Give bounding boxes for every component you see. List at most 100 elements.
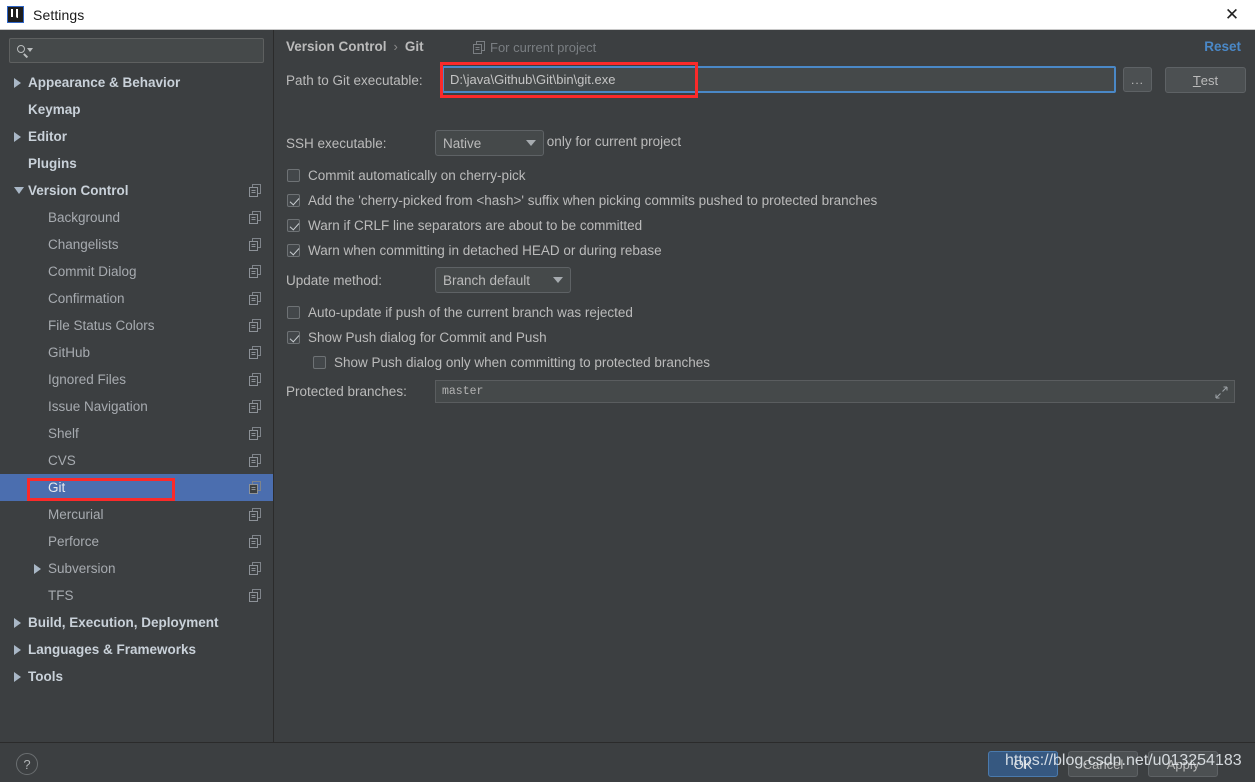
project-scope-icon (249, 211, 261, 224)
reset-link[interactable]: Reset (1204, 39, 1241, 54)
sidebar-item-background[interactable]: Background (0, 204, 273, 231)
project-scope-icon (249, 508, 261, 521)
tree-toggle[interactable] (14, 644, 28, 655)
sidebar-item-file-status-colors[interactable]: File Status Colors (0, 312, 273, 339)
update-method-label: Update method: (286, 273, 383, 288)
cancel-button[interactable]: Cancel (1068, 751, 1138, 777)
test-button-label-rest: est (1200, 72, 1219, 88)
search-icon (16, 44, 33, 58)
search-box[interactable] (9, 38, 264, 63)
show-push-dialog-checkbox[interactable] (287, 331, 300, 344)
show-push-dialog-row[interactable]: Show Push dialog for Commit and Push (287, 330, 547, 345)
commit-auto-cherry-pick-row[interactable]: Commit automatically on cherry-pick (287, 168, 526, 183)
sidebar-item-label: Mercurial (48, 507, 104, 522)
sidebar-item-subversion[interactable]: Subversion (0, 555, 273, 582)
auto-update-push-rejected-checkbox[interactable] (287, 306, 300, 319)
for-current-project-note: For current project (473, 40, 596, 55)
add-cherry-picked-suffix-row[interactable]: Add the 'cherry-picked from <hash>' suff… (287, 193, 877, 208)
sidebar-item-build-execution-deployment[interactable]: Build, Execution, Deployment (0, 609, 273, 636)
warn-crlf-row[interactable]: Warn if CRLF line separators are about t… (287, 218, 642, 233)
chevron-right-icon[interactable] (14, 644, 21, 655)
project-scope-icon (249, 184, 261, 197)
chevron-right-icon[interactable] (14, 617, 21, 628)
chevron-right-icon[interactable] (14, 671, 21, 682)
path-to-git-input[interactable] (442, 66, 1116, 93)
tree-toggle[interactable] (14, 131, 28, 142)
sidebar-item-label: Ignored Files (48, 372, 127, 387)
commit-auto-cherry-pick-label: Commit automatically on cherry-pick (308, 168, 526, 183)
sidebar-item-languages-frameworks[interactable]: Languages & Frameworks (0, 636, 273, 663)
sidebar-item-github[interactable]: GitHub (0, 339, 273, 366)
sidebar-item-label: Confirmation (48, 291, 125, 306)
chevron-down-icon[interactable] (14, 187, 24, 194)
update-method-dropdown[interactable]: Branch default (435, 267, 571, 293)
warn-crlf-checkbox[interactable] (287, 219, 300, 232)
sidebar-item-issue-navigation[interactable]: Issue Navigation (0, 393, 273, 420)
sidebar-item-label: Plugins (28, 156, 77, 171)
commit-auto-cherry-pick-checkbox[interactable] (287, 169, 300, 182)
sidebar-item-ignored-files[interactable]: Ignored Files (0, 366, 273, 393)
sidebar-item-label: Languages & Frameworks (28, 642, 197, 657)
sidebar-item-git[interactable]: Git (0, 474, 273, 501)
sidebar-item-label: Shelf (48, 426, 79, 441)
test-button[interactable]: Test (1165, 67, 1246, 93)
tree-toggle[interactable] (14, 617, 28, 628)
project-scope-icon (249, 535, 261, 548)
sidebar-item-plugins[interactable]: Plugins (0, 150, 273, 177)
sidebar-item-version-control[interactable]: Version Control (0, 177, 273, 204)
sidebar-item-changelists[interactable]: Changelists (0, 231, 273, 258)
ssh-executable-value: Native (443, 135, 482, 151)
warn-detached-head-checkbox[interactable] (287, 244, 300, 257)
sidebar-item-appearance-behavior[interactable]: Appearance & Behavior (0, 69, 273, 96)
sidebar-item-label: Tools (28, 669, 63, 684)
sidebar-item-perforce[interactable]: Perforce (0, 528, 273, 555)
sidebar-item-label: Keymap (28, 102, 81, 117)
intellij-idea-logo-icon (7, 6, 24, 23)
sidebar-item-commit-dialog[interactable]: Commit Dialog (0, 258, 273, 285)
protected-branches-value: master (442, 385, 484, 398)
show-push-protected-row[interactable]: Show Push dialog only when committing to… (313, 355, 710, 370)
sidebar-item-tools[interactable]: Tools (0, 663, 273, 690)
ssh-executable-label: SSH executable: (286, 136, 387, 151)
sidebar-item-label: Editor (28, 129, 67, 144)
sidebar-item-label: Changelists (48, 237, 119, 252)
apply-button[interactable]: Apply (1148, 751, 1218, 777)
chevron-right-icon[interactable] (34, 563, 41, 574)
warn-detached-head-row[interactable]: Warn when committing in detached HEAD or… (287, 243, 662, 258)
chevron-right-icon[interactable] (14, 131, 21, 142)
close-icon[interactable]: ✕ (1209, 0, 1255, 29)
sidebar-item-label: Build, Execution, Deployment (28, 615, 219, 630)
sidebar-item-confirmation[interactable]: Confirmation (0, 285, 273, 312)
ssh-executable-dropdown[interactable]: Native (435, 130, 544, 156)
show-push-protected-label: Show Push dialog only when committing to… (334, 355, 710, 370)
tree-toggle[interactable] (14, 671, 28, 682)
project-scope-icon (249, 319, 261, 332)
sidebar-item-label: File Status Colors (48, 318, 155, 333)
ok-button[interactable]: OK (988, 751, 1058, 777)
project-scope-icon (249, 427, 261, 440)
auto-update-push-rejected-label: Auto-update if push of the current branc… (308, 305, 633, 320)
warn-detached-head-label: Warn when committing in detached HEAD or… (308, 243, 662, 258)
sidebar-item-tfs[interactable]: TFS (0, 582, 273, 609)
sidebar-item-editor[interactable]: Editor (0, 123, 273, 150)
sidebar-item-keymap[interactable]: Keymap (0, 96, 273, 123)
protected-branches-field[interactable]: master (435, 380, 1235, 403)
chevron-down-icon (553, 277, 563, 283)
expand-icon[interactable] (1215, 386, 1228, 399)
sidebar-item-shelf[interactable]: Shelf (0, 420, 273, 447)
sidebar-item-label: Version Control (28, 183, 129, 198)
breadcrumb-root[interactable]: Version Control (286, 39, 387, 54)
chevron-right-icon[interactable] (14, 77, 21, 88)
auto-update-push-rejected-row[interactable]: Auto-update if push of the current branc… (287, 305, 633, 320)
tree-toggle[interactable] (14, 77, 28, 88)
tree-toggle[interactable] (14, 187, 28, 194)
tree-toggle[interactable] (34, 563, 48, 574)
search-input[interactable] (36, 43, 257, 58)
test-button-mnemonic: T (1192, 72, 1201, 88)
help-button[interactable]: ? (16, 753, 38, 775)
add-cherry-picked-suffix-checkbox[interactable] (287, 194, 300, 207)
browse-button[interactable]: ... (1123, 67, 1152, 92)
sidebar-item-mercurial[interactable]: Mercurial (0, 501, 273, 528)
show-push-protected-checkbox[interactable] (313, 356, 326, 369)
sidebar-item-cvs[interactable]: CVS (0, 447, 273, 474)
